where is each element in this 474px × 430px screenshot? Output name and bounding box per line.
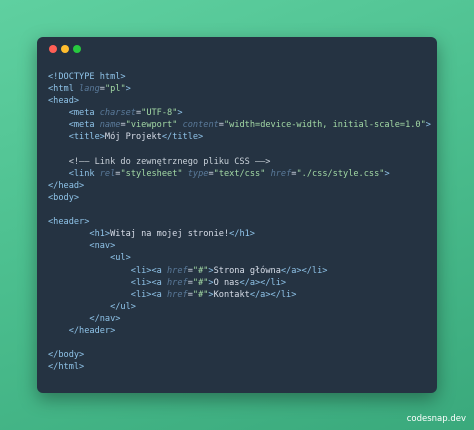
code-token: name [99, 120, 121, 131]
code-token: <header> [48, 217, 90, 228]
code-token: Witaj na mojej stronie! [110, 229, 230, 240]
code-line: <h1>Witaj na mojej stronie!</h1> [48, 228, 431, 240]
code-token: "#" [192, 289, 209, 300]
code-token: content [182, 120, 219, 131]
code-line: <header> [48, 216, 431, 228]
code-token: <li><a [48, 289, 167, 300]
code-line: <li><a href="#">Strona główna</a></li> [48, 265, 431, 277]
code-token: </html> [48, 362, 85, 373]
code-token: href [270, 168, 292, 179]
code-line: <!DOCTYPE html> [48, 71, 431, 83]
code-token: "#" [192, 265, 209, 276]
code-token: <meta [48, 120, 100, 131]
code-token: <!—— Link do zewnętrznego pliku CSS ——> [48, 156, 271, 167]
code-token: type [187, 168, 209, 179]
code-token: <link [48, 168, 100, 179]
code-token: </a></li> [249, 289, 297, 300]
code-line: <title>Mój Projekt</title> [48, 131, 431, 143]
code-token: <!DOCTYPE html> [48, 72, 126, 82]
code-token: </ul> [48, 301, 136, 312]
code-line: <li><a href="#">O nas</a></li> [48, 277, 431, 289]
code-line: <nav> [48, 240, 431, 252]
code-token: lang [79, 84, 100, 95]
code-token: charset [99, 108, 136, 119]
code-token: "pl" [104, 84, 126, 95]
code-token: "UTF-8" [141, 108, 178, 119]
code-token: href [167, 277, 188, 288]
code-token: rel [99, 168, 116, 179]
code-token: </title> [161, 132, 204, 143]
code-token: <li><a [48, 277, 167, 288]
code-token: </nav> [48, 313, 121, 324]
code-line: </html> [48, 361, 431, 373]
code-line: <!—— Link do zewnętrznego pliku CSS ——> [48, 156, 431, 168]
code-token: > [125, 84, 131, 95]
code-token: <title> [48, 132, 105, 143]
code-token: </head> [48, 180, 85, 191]
code-token: > [425, 120, 431, 131]
code-token: > [384, 168, 390, 179]
code-token: <li><a [48, 265, 167, 276]
code-token: href [167, 289, 188, 300]
code-line: <head> [48, 95, 431, 107]
code-window: <!DOCTYPE html> <html lang="pl"> <head> <m… [37, 37, 437, 393]
code-token: > [177, 108, 183, 119]
code-token: "./css/style.css" [296, 168, 385, 179]
code-line: <html lang="pl"> [48, 83, 431, 95]
code-token: "width=device-width, initial-scale=1.0" [223, 120, 426, 131]
code-token: O nas [213, 277, 240, 288]
code-line: <link rel="stylesheet" type="text/css" h… [48, 168, 431, 180]
code-token: <nav> [48, 241, 116, 252]
close-dot-icon[interactable] [49, 45, 57, 53]
code-token: "viewport" [125, 120, 178, 131]
code-line: </header> [48, 325, 431, 337]
code-token: </h1> [229, 229, 255, 240]
code-token: <head> [48, 96, 80, 107]
maximize-dot-icon[interactable] [73, 45, 81, 53]
code-token: Strona główna [213, 265, 281, 276]
code-line: <li><a href="#">Kontakt</a></li> [48, 289, 431, 301]
code-token: "#" [192, 277, 209, 288]
code-line: <body> [48, 192, 431, 204]
code-line: <ul> [48, 252, 431, 264]
code-block: <!DOCTYPE html> <html lang="pl"> <head> <m… [48, 71, 431, 373]
code-line: <meta name="viewport" content="width=dev… [48, 119, 431, 131]
code-line: </nav> [48, 313, 431, 325]
code-line: </body> [48, 349, 431, 361]
code-token: <meta [48, 108, 100, 119]
code-token: </body> [48, 350, 85, 361]
code-line: </ul> [48, 301, 431, 313]
code-token: href [167, 265, 188, 276]
code-token: <h1> [48, 229, 111, 240]
code-token: "stylesheet" [120, 168, 183, 179]
code-token: "text/css" [213, 168, 266, 179]
code-token: <html [48, 84, 80, 95]
code-token: <ul> [48, 253, 131, 264]
watermark: codesnap.dev [406, 414, 466, 424]
window-titlebar [37, 37, 437, 59]
code-token: </a></li> [239, 277, 287, 288]
code-token: Mój Projekt [104, 132, 162, 143]
code-token: Kontakt [213, 289, 250, 300]
minimize-dot-icon[interactable] [61, 45, 69, 53]
code-token: </a></li> [280, 265, 328, 276]
code-line: </head> [48, 180, 431, 192]
code-token: </header> [48, 325, 116, 336]
code-line: <meta charset="UTF-8"> [48, 107, 431, 119]
code-token: <body> [48, 192, 80, 203]
